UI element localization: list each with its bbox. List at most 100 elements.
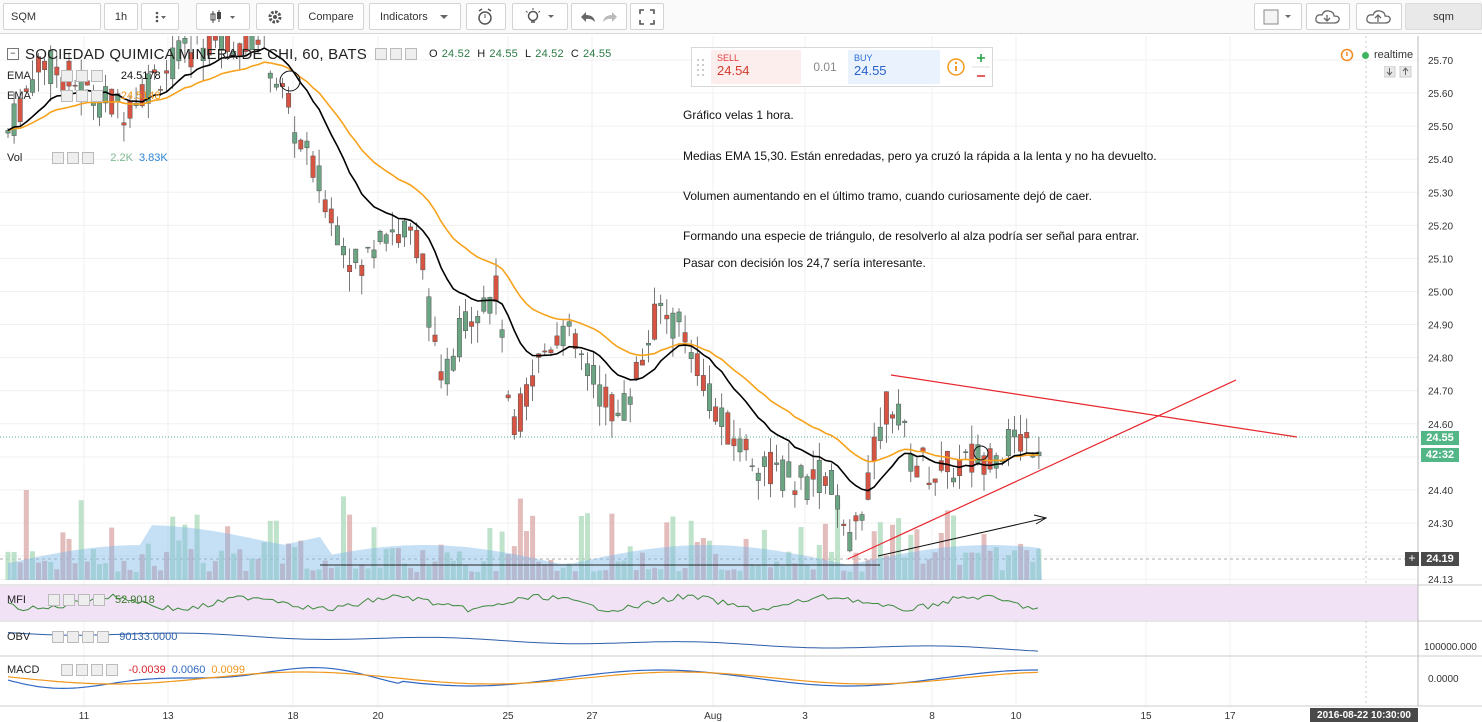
crosshair-price-label: 24.19: [1421, 552, 1459, 566]
buy-button[interactable]: BUY 24.55: [848, 50, 940, 84]
close-icon[interactable]: [82, 152, 95, 164]
close-icon[interactable]: [404, 48, 417, 60]
price-tick-label: 24.60: [1428, 420, 1453, 431]
scale-buttons[interactable]: [1383, 65, 1418, 81]
candle-body: [438, 371, 444, 381]
price-tick-label: 25.60: [1428, 89, 1453, 100]
undo-redo-buttons[interactable]: [571, 3, 627, 30]
eye-icon[interactable]: [60, 90, 73, 102]
close-icon[interactable]: [90, 90, 103, 102]
drag-handle-icon[interactable]: [694, 50, 708, 84]
collapse-icon[interactable]: −: [7, 48, 19, 60]
candles-icon: [210, 9, 235, 23]
ohlc-open-label: O: [428, 48, 438, 60]
eye-icon[interactable]: [47, 594, 60, 606]
candle-body: [304, 140, 310, 149]
candle-body: [755, 472, 761, 481]
add-icon[interactable]: [77, 594, 90, 606]
candle-body: [585, 363, 590, 377]
interval-button[interactable]: 1h: [104, 3, 138, 30]
obv-axis-label: 100000.000: [1424, 642, 1477, 653]
candle-body: [456, 318, 462, 358]
close-icon[interactable]: [97, 631, 110, 643]
time-tick-label: Aug: [704, 711, 722, 722]
save-cloud-button[interactable]: [1356, 3, 1402, 30]
candle-body: [780, 459, 786, 491]
candle-body: [859, 514, 865, 521]
load-cloud-button[interactable]: [1306, 3, 1350, 30]
settings-icon[interactable]: [62, 594, 75, 606]
candle-body: [902, 420, 908, 423]
add-icon[interactable]: [82, 631, 95, 643]
candle-body: [11, 103, 17, 136]
settings-icon[interactable]: [67, 631, 80, 643]
add-order-button[interactable]: +: [1405, 552, 1419, 566]
settings-button[interactable]: [256, 3, 294, 30]
symbol-tab[interactable]: sqm: [1405, 3, 1482, 30]
candle-body: [810, 469, 816, 480]
quantity-stepper[interactable]: [972, 49, 990, 85]
candle-body: [402, 220, 407, 238]
candle-body: [72, 84, 78, 87]
layout-button[interactable]: [1254, 3, 1302, 30]
candle-body: [334, 225, 340, 246]
time-tick-label: 20: [372, 711, 384, 722]
candle-body: [993, 455, 999, 469]
close-icon[interactable]: [90, 70, 103, 82]
candle-body: [267, 72, 273, 79]
price-chart[interactable]: 25.70 25.60 25.50 25.40 25.30 25.20 25.10 25.00…: [0, 36, 1482, 722]
indicators-button[interactable]: Indicators: [369, 3, 461, 30]
candle-body: [908, 453, 914, 472]
candle-body: [682, 332, 688, 343]
candle-body: [1018, 434, 1024, 452]
chart-style-button[interactable]: [196, 3, 250, 30]
volume-ma-value: 3.83K: [138, 152, 168, 164]
eye-icon[interactable]: [60, 70, 73, 82]
eye-icon[interactable]: [374, 48, 387, 60]
sell-button[interactable]: SELL 24.54: [711, 50, 801, 84]
ema-fast-label: EMA: [7, 70, 31, 82]
settings-icon[interactable]: [75, 70, 88, 82]
info-button[interactable]: [944, 50, 968, 84]
candle-body: [719, 407, 725, 427]
candle-body: [341, 246, 346, 256]
close-icon[interactable]: [92, 594, 105, 606]
price-tick-label: 25.50: [1428, 122, 1453, 133]
settings-icon[interactable]: [389, 48, 402, 60]
ema-slow-value: 24.5148: [120, 90, 161, 102]
time-tick-label: 25: [502, 711, 514, 722]
settings-icon[interactable]: [67, 152, 80, 164]
candle-body: [603, 386, 609, 408]
price-tick-label: 24.40: [1428, 486, 1453, 497]
eye-icon[interactable]: [61, 664, 74, 676]
compare-button[interactable]: Compare: [298, 3, 364, 30]
price-tick-label: 25.70: [1428, 56, 1453, 67]
redo-icon[interactable]: [599, 9, 621, 25]
settings-icon[interactable]: [75, 90, 88, 102]
eye-icon[interactable]: [52, 152, 65, 164]
price-tick-label: 25.40: [1428, 155, 1453, 166]
price-tick-label: 24.13: [1428, 575, 1453, 586]
price-tick-label: 25.00: [1428, 287, 1453, 298]
candle-body: [347, 264, 353, 273]
symbol-search-input[interactable]: SQM: [3, 3, 101, 30]
theme-button[interactable]: [512, 3, 568, 30]
undo-icon[interactable]: [577, 9, 599, 25]
buy-price: 24.55: [854, 63, 887, 78]
candle-body: [212, 36, 218, 41]
price-tick-label: 25.20: [1428, 221, 1453, 232]
settings-icon[interactable]: [76, 664, 89, 676]
candle-body: [658, 302, 664, 306]
fullscreen-button[interactable]: [630, 3, 664, 30]
interval-dropdown-button[interactable]: [141, 3, 179, 30]
candle-body: [896, 403, 902, 426]
price-tick-label: 24.30: [1428, 519, 1453, 530]
candle-body: [408, 226, 414, 231]
top-toolbar: SQM 1h Compare Indicators sqm: [0, 0, 1482, 34]
eye-icon[interactable]: [52, 631, 65, 643]
candle-body: [578, 353, 584, 356]
close-icon[interactable]: [106, 664, 119, 676]
add-icon[interactable]: [91, 664, 104, 676]
alert-button[interactable]: [466, 3, 506, 30]
time-tick-label: 3: [802, 711, 808, 722]
